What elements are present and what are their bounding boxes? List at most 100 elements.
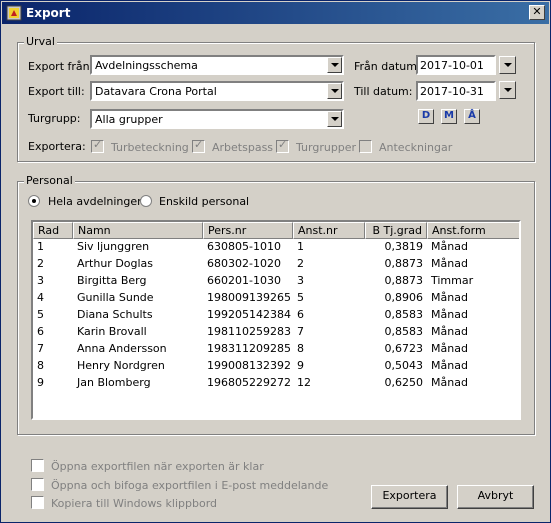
email-attach-label: Öppna och bifoga exportfilen i E-post me… — [51, 479, 329, 492]
from-date-value: 2017-10-01 — [420, 59, 484, 72]
to-date-input[interactable]: 2017-10-31 — [416, 81, 496, 101]
cell-rad: 8 — [37, 359, 44, 372]
cell-anstform: Timmar — [431, 274, 474, 287]
radio-enskild-personal[interactable] — [140, 195, 152, 207]
table-row[interactable]: 1 Siv ljunggren 630805-1010 1 0,3819 Månad — [33, 239, 519, 256]
cell-persnr: 680302-1020 — [207, 257, 281, 270]
cancel-button[interactable]: Avbryt — [457, 485, 534, 509]
open-export-file-checkbox[interactable] — [31, 459, 44, 472]
cell-namn: Siv ljunggren — [77, 240, 150, 253]
cell-anstnr: 7 — [297, 325, 304, 338]
export-from-select[interactable]: Avdelningsschema — [90, 55, 344, 75]
personal-list[interactable]: Rad Namn Pers.nr Anst.nr B Tj.grad Anst.… — [31, 220, 521, 420]
cell-namn: Karin Brovall — [77, 325, 147, 338]
cell-persnr: 198009139265 — [207, 291, 291, 304]
turgrupp-value: Alla grupper — [95, 113, 163, 126]
cell-namn: Jan Blomberg — [77, 376, 151, 389]
cell-anstform: Månad — [431, 325, 468, 338]
export-button[interactable]: Exportera — [371, 485, 448, 509]
table-row[interactable]: 3 Birgitta Berg 660201-1030 3 0,8873 Timmar — [33, 273, 519, 290]
cell-persnr: 199008132392 — [207, 359, 291, 372]
cell-anstform: Månad — [431, 359, 468, 372]
cell-rad: 5 — [37, 308, 44, 321]
to-date-picker-button[interactable] — [499, 81, 516, 99]
window-title: Export — [26, 6, 71, 20]
cell-anstnr: 1 — [297, 240, 304, 253]
col-header-namn[interactable]: Namn — [73, 222, 203, 239]
cell-btjgrad: 0,6723 — [384, 342, 424, 355]
cell-rad: 2 — [37, 257, 44, 270]
export-to-value: Datavara Crona Portal — [95, 85, 217, 98]
cell-namn: Anna Andersson — [77, 342, 167, 355]
arbetspass-checkbox[interactable] — [192, 138, 205, 153]
cell-namn: Henry Nordgren — [77, 359, 165, 372]
turgrupp-label: Turgrupp: — [28, 112, 81, 125]
cell-rad: 7 — [37, 342, 44, 355]
cell-rad: 1 — [37, 240, 44, 253]
turgrupper-label: Turgrupper — [296, 141, 357, 154]
turbeteckning-checkbox[interactable] — [91, 138, 104, 153]
table-row[interactable]: 4 Gunilla Sunde 198009139265 5 0,8906 Månad — [33, 290, 519, 307]
cell-btjgrad: 0,5043 — [384, 359, 424, 372]
cell-rad: 9 — [37, 376, 44, 389]
cell-namn: Arthur Doglas — [77, 257, 154, 270]
cell-anstnr: 3 — [297, 274, 304, 287]
turbeteckning-label: Turbeteckning — [111, 141, 189, 154]
export-to-select[interactable]: Datavara Crona Portal — [90, 81, 344, 101]
anteckningar-checkbox[interactable] — [359, 140, 372, 153]
clipboard-label: Kopiera till Windows klippbord — [51, 497, 218, 510]
cell-persnr: 630805-1010 — [207, 240, 281, 253]
radio-hela-avdelningen-label: Hela avdelningen — [48, 195, 145, 208]
cell-namn: Gunilla Sunde — [77, 291, 154, 304]
export-dialog: Export ✕ Urval Export från: Avdelningssc… — [0, 0, 551, 523]
chevron-down-icon[interactable] — [327, 57, 342, 73]
cell-anstform: Månad — [431, 376, 468, 389]
cell-btjgrad: 0,3819 — [384, 240, 424, 253]
year-button[interactable]: Å — [464, 109, 480, 124]
col-header-btjgrad[interactable]: B Tj.grad — [365, 222, 427, 239]
cell-persnr: 660201-1030 — [207, 274, 281, 287]
cell-anstform: Månad — [431, 257, 468, 270]
close-icon[interactable]: ✕ — [529, 5, 545, 20]
cell-persnr: 196805229272 — [207, 376, 291, 389]
col-header-rad[interactable]: Rad — [33, 222, 73, 239]
col-header-anstnr[interactable]: Anst.nr — [293, 222, 365, 239]
cell-persnr: 199205142384 — [207, 308, 291, 321]
day-button[interactable]: D — [418, 109, 434, 124]
month-button[interactable]: M — [441, 109, 457, 124]
table-row[interactable]: 7 Anna Andersson 198311209285 8 0,6723 Månad — [33, 341, 519, 358]
list-header: Rad Namn Pers.nr Anst.nr B Tj.grad Anst.… — [33, 222, 519, 239]
export-from-label: Export från: — [28, 60, 94, 73]
cell-anstform: Månad — [431, 240, 468, 253]
turgrupper-checkbox[interactable] — [276, 138, 289, 153]
radio-hela-avdelningen[interactable] — [28, 195, 40, 207]
col-header-anstform[interactable]: Anst.form — [427, 222, 519, 239]
table-row[interactable]: 8 Henry Nordgren 199008132392 9 0,5043 Månad — [33, 358, 519, 375]
anteckningar-label: Anteckningar — [379, 141, 453, 154]
table-row[interactable]: 5 Diana Schults 199205142384 6 0,8583 Månad — [33, 307, 519, 324]
col-header-persnr[interactable]: Pers.nr — [203, 222, 293, 239]
title-bar: Export ✕ — [2, 2, 549, 24]
export-from-value: Avdelningsschema — [95, 59, 198, 72]
export-to-label: Export till: — [28, 85, 85, 98]
chevron-down-icon[interactable] — [327, 111, 342, 127]
from-date-label: Från datum: — [354, 60, 421, 73]
table-row[interactable]: 6 Karin Brovall 198110259283 7 0,8583 Månad — [33, 324, 519, 341]
from-date-picker-button[interactable] — [499, 56, 516, 74]
open-export-file-label: Öppna exportfilen när exporten är klar — [51, 460, 264, 473]
cell-persnr: 198110259283 — [207, 325, 291, 338]
personal-group-label: Personal — [24, 174, 75, 187]
table-row[interactable]: 2 Arthur Doglas 680302-1020 2 0,8873 Månad — [33, 256, 519, 273]
cell-rad: 6 — [37, 325, 44, 338]
cell-anstnr: 2 — [297, 257, 304, 270]
from-date-input[interactable]: 2017-10-01 — [416, 55, 496, 75]
email-attach-checkbox[interactable] — [31, 478, 44, 491]
turgrupp-select[interactable]: Alla grupper — [90, 109, 344, 129]
cell-anstnr: 9 — [297, 359, 304, 372]
cell-namn: Birgitta Berg — [77, 274, 147, 287]
table-row[interactable]: 9 Jan Blomberg 196805229272 12 0,6250 Månad — [33, 375, 519, 392]
chevron-down-icon[interactable] — [327, 83, 342, 99]
clipboard-checkbox[interactable] — [31, 496, 44, 509]
export-app-icon — [6, 5, 22, 21]
to-date-label: Till datum: — [354, 85, 413, 98]
